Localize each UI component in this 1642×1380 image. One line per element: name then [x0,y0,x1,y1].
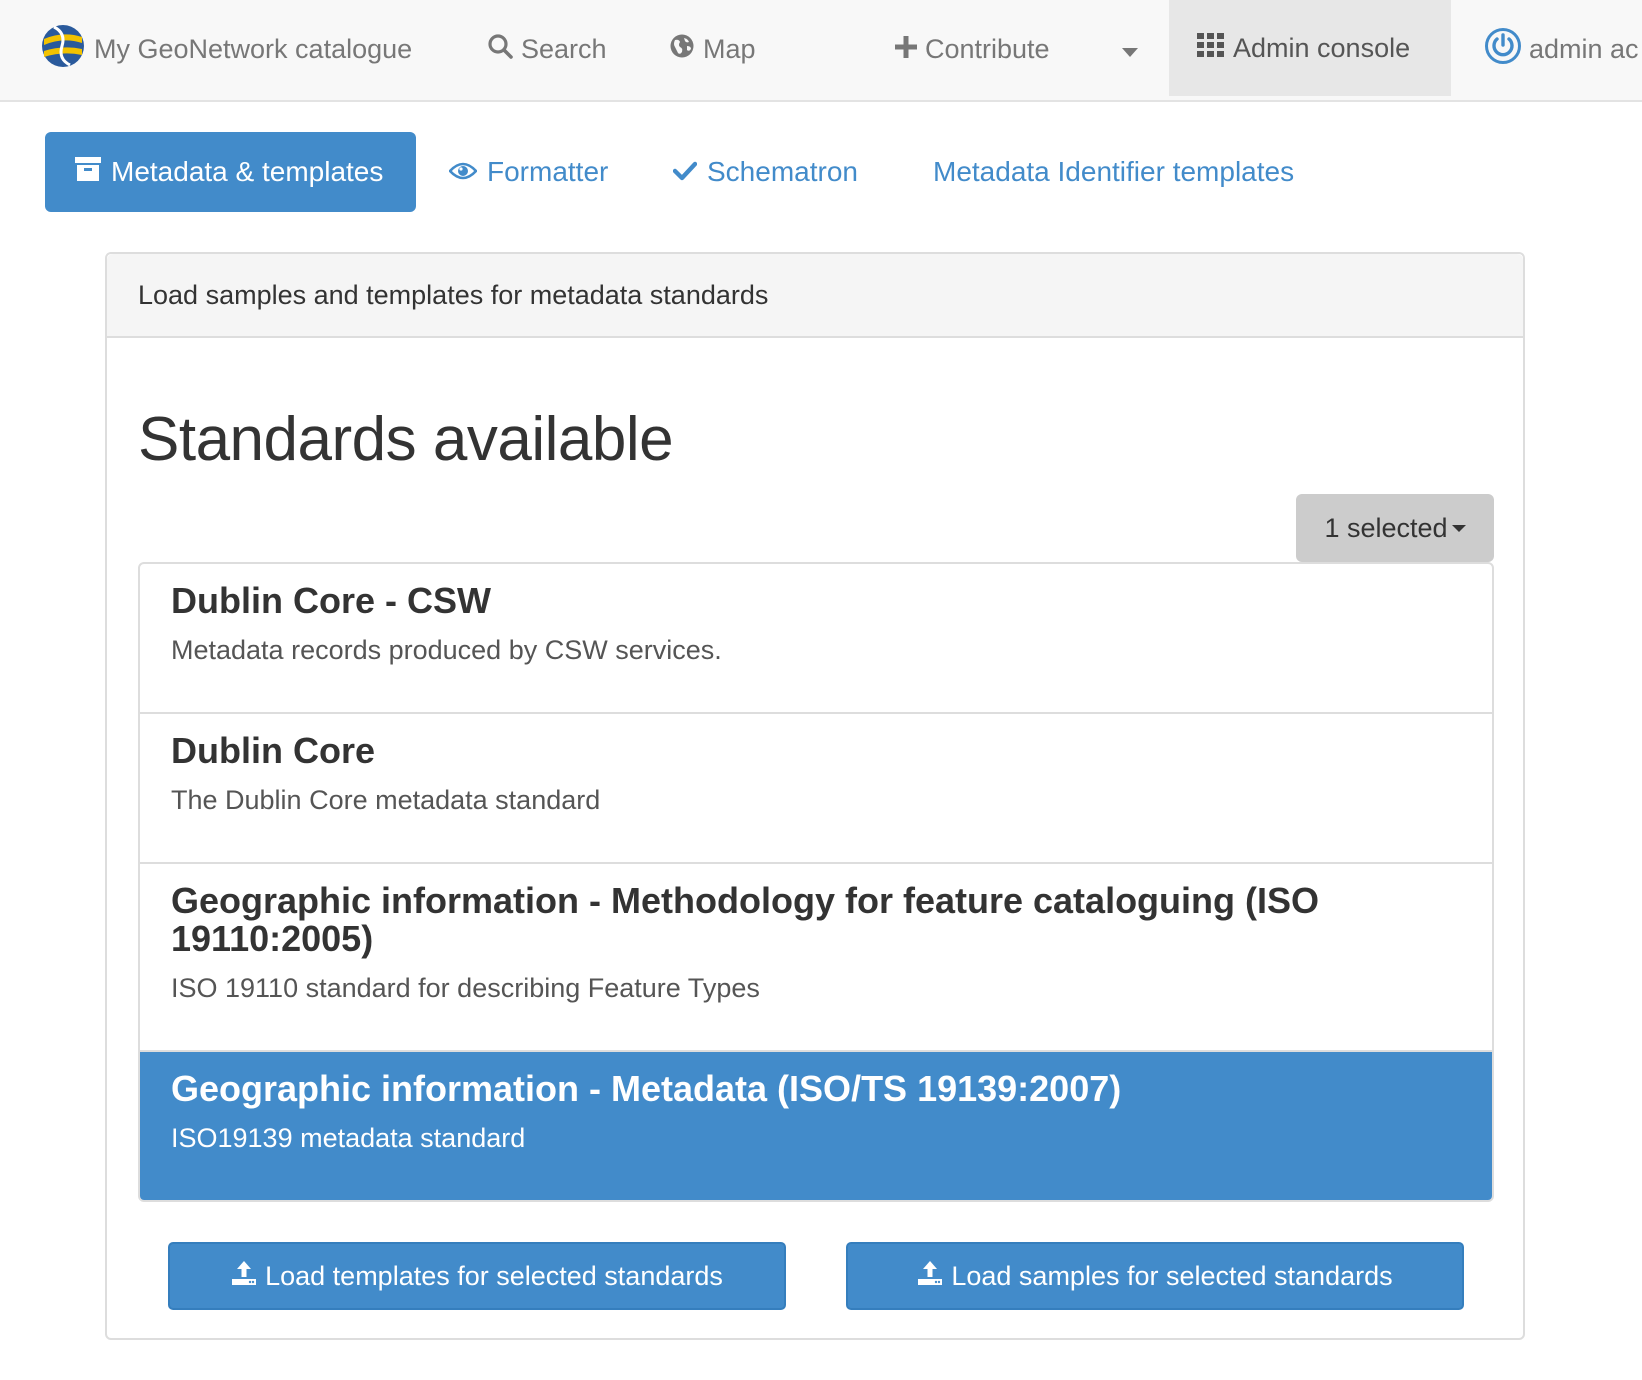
nav-admin-label: Admin console [1233,32,1411,63]
load-templates-button[interactable]: Load templates for selected standards [168,1242,786,1310]
nav-contribute-label: Contribute [925,33,1050,64]
page-title: Standards available [138,405,674,474]
top-navbar: My GeoNetwork catalogue Search Map Contr… [0,0,1642,102]
standard-description: The Dublin Core metadata standard [171,785,601,815]
standard-item-iso19139-selected[interactable]: Geographic information - Metadata (ISO/T… [140,1052,1492,1200]
tab-metadata-identifier-templates[interactable]: Metadata Identifier templates [933,132,1294,212]
geonetwork-logo-icon [40,23,86,76]
caret-down-icon [1122,34,1138,65]
standard-description: ISO19139 metadata standard [171,1123,526,1153]
checkmark-icon [672,156,698,188]
standard-description: Metadata records produced by CSW service… [171,635,722,665]
eye-icon [448,156,478,188]
tab-metadata-templates[interactable]: Metadata & templates [45,132,416,212]
tab-label: Metadata & templates [111,156,384,187]
plus-icon [895,34,917,65]
standard-title: Geographic information - Metadata (ISO/T… [171,1068,1122,1109]
nav-user-label: admin ac [1529,33,1639,64]
grid-icon [1197,32,1225,64]
standards-list: Dublin Core - CSW Metadata records produ… [138,562,1494,1202]
standards-panel: Load samples and templates for metadata … [105,252,1525,1340]
standard-item-iso19110[interactable]: Geographic information - Methodology for… [140,864,1492,1052]
panel-heading: Load samples and templates for metadata … [107,254,1523,338]
nav-contribute[interactable]: Contribute [895,0,1050,98]
tab-label: Metadata Identifier templates [933,156,1295,187]
standard-title: Dublin Core [171,730,375,771]
nav-admin-console[interactable]: Admin console [1169,0,1451,96]
nav-map[interactable]: Map [669,0,756,98]
standard-title: Dublin Core - CSW [171,580,491,621]
standard-title: Geographic information - Methodology for… [171,880,1320,959]
search-icon [487,33,513,66]
standard-item-dublin-core-csw[interactable]: Dublin Core - CSW Metadata records produ… [140,564,1492,714]
panel-heading-text: Load samples and templates for metadata … [138,279,769,310]
selection-count-label: 1 selected [1324,512,1448,543]
nav-user-menu[interactable]: admin ac [1485,0,1639,98]
caret-down-icon [1451,524,1466,532]
load-templates-label: Load templates for selected standards [265,1260,723,1291]
upload-icon [917,1260,943,1293]
tab-label: Formatter [487,156,609,187]
standard-description: ISO 19110 standard for describing Featur… [171,973,760,1003]
tab-formatter[interactable]: Formatter [448,132,609,212]
load-samples-label: Load samples for selected standards [951,1260,1393,1291]
archive-icon [75,156,101,188]
load-samples-button[interactable]: Load samples for selected standards [846,1242,1464,1310]
nav-search[interactable]: Search [487,0,607,98]
brand-label: My GeoNetwork catalogue [94,33,413,64]
contribute-dropdown-toggle[interactable] [1110,0,1150,98]
tab-schematron[interactable]: Schematron [672,132,858,212]
nav-search-label: Search [521,33,607,64]
globe-icon [669,33,695,66]
tab-label: Schematron [707,156,858,187]
brand-link[interactable]: My GeoNetwork catalogue [40,0,412,98]
power-icon [1485,27,1521,71]
upload-icon [231,1260,257,1293]
standard-item-dublin-core[interactable]: Dublin Core The Dublin Core metadata sta… [140,714,1492,864]
nav-map-label: Map [703,33,756,64]
selection-dropdown[interactable]: 1 selected [1296,494,1494,562]
